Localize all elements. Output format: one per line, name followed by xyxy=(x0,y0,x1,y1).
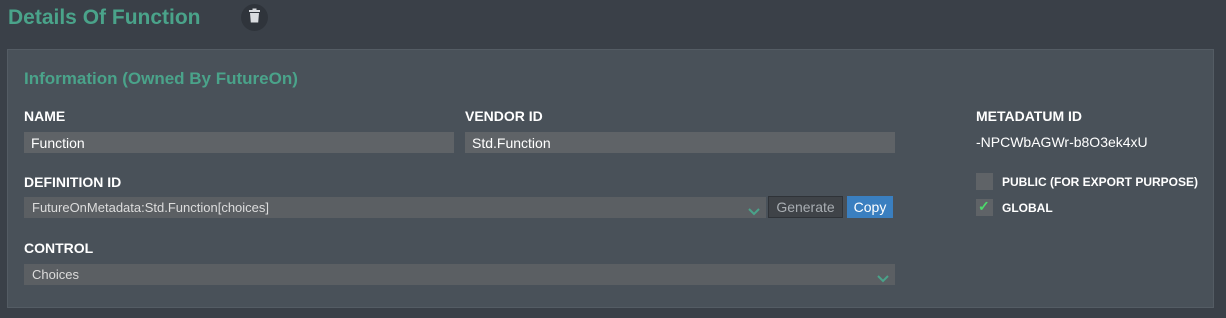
section-title: Information (Owned By FutureOn) xyxy=(24,69,298,88)
information-panel: Information (Owned By FutureOn) NAME VEN… xyxy=(7,49,1214,308)
global-checkbox[interactable]: ✓ xyxy=(976,198,993,216)
chevron-down-icon xyxy=(877,269,889,283)
global-checkbox-label: GLOBAL xyxy=(1002,201,1053,215)
chevron-down-icon xyxy=(748,202,760,216)
copy-button[interactable]: Copy xyxy=(847,196,893,218)
name-input[interactable] xyxy=(24,132,454,153)
definition-id-value: FutureOnMetadata:Std.Function[choices] xyxy=(32,200,270,215)
vendor-id-input[interactable] xyxy=(465,132,895,153)
public-checkbox[interactable] xyxy=(976,173,993,190)
generate-button[interactable]: Generate xyxy=(768,196,843,218)
delete-button[interactable] xyxy=(241,4,268,31)
page-title: Details Of Function xyxy=(8,6,201,29)
public-checkbox-label: PUBLIC (FOR EXPORT PURPOSE) xyxy=(1002,175,1199,189)
metadatum-id-label: METADATUM ID xyxy=(976,108,1083,124)
definition-id-label: DEFINITION ID xyxy=(24,174,122,190)
definition-id-select[interactable]: FutureOnMetadata:Std.Function[choices] xyxy=(24,197,766,218)
metadatum-id-value: -NPCWbAGWr-b8O3ek4xU xyxy=(976,134,1148,150)
name-label: NAME xyxy=(24,108,66,124)
check-icon: ✓ xyxy=(978,198,990,214)
trash-icon xyxy=(248,8,261,28)
control-label: CONTROL xyxy=(24,240,94,256)
control-value: Choices xyxy=(32,267,79,282)
control-select[interactable]: Choices xyxy=(24,264,895,285)
vendor-id-label: VENDOR ID xyxy=(465,108,543,124)
